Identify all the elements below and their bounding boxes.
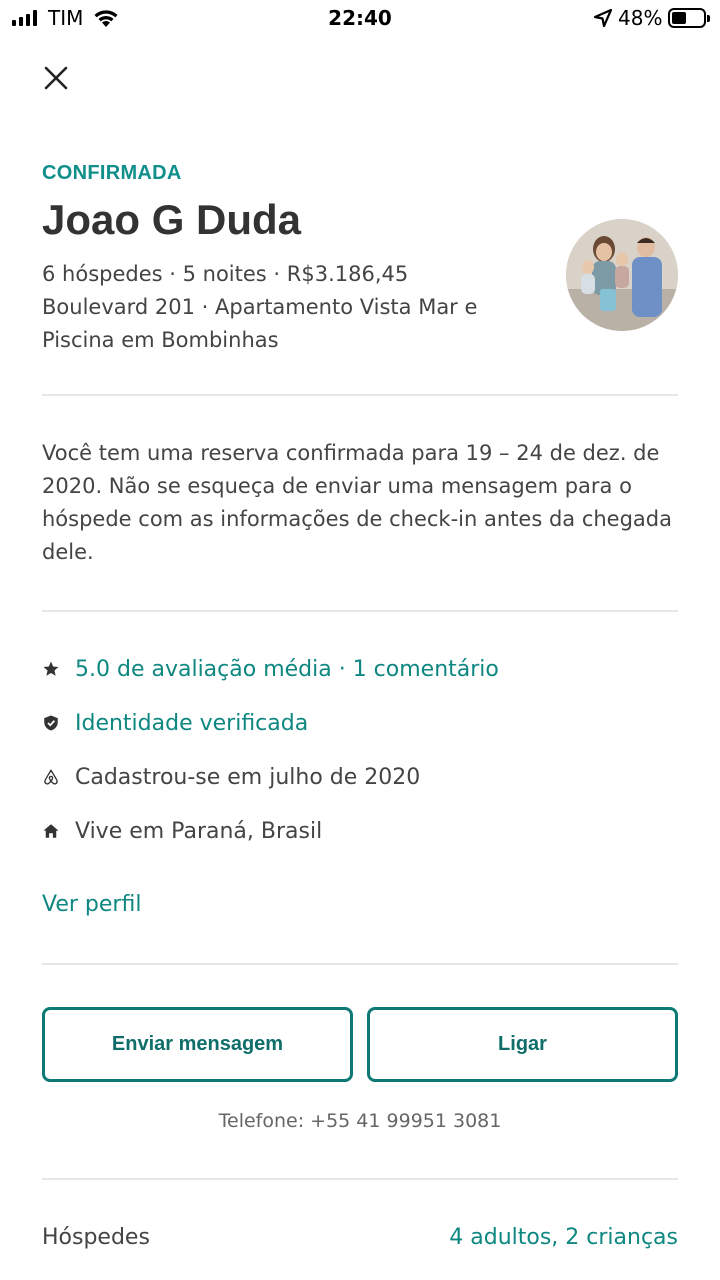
avatar[interactable] bbox=[566, 219, 678, 331]
location-arrow-icon bbox=[593, 8, 613, 28]
star-icon bbox=[42, 660, 60, 678]
divider bbox=[42, 610, 678, 612]
divider bbox=[42, 394, 678, 396]
guests-value-link[interactable]: 4 adultos, 2 crianças bbox=[449, 1225, 678, 1250]
reservation-status: CONFIRMADA bbox=[42, 162, 182, 184]
status-bar: TIM 22:40 48% bbox=[0, 0, 720, 38]
rating-row[interactable]: 5.0 de avaliação média · 1 comentário bbox=[42, 652, 499, 686]
shield-check-icon bbox=[42, 714, 60, 732]
divider bbox=[42, 1178, 678, 1180]
lives-in-text: Vive em Paraná, Brasil bbox=[75, 818, 323, 844]
battery-fill bbox=[672, 12, 686, 24]
reservation-summary: 6 hóspedes · 5 noites · R$3.186,45 Boule… bbox=[42, 258, 542, 357]
guest-name: Joao G Duda bbox=[42, 196, 302, 243]
phone-number: Telefone: +55 41 99951 3081 bbox=[218, 1110, 502, 1132]
identity-verified-text[interactable]: Identidade verificada bbox=[75, 711, 308, 736]
avatar-photo bbox=[566, 219, 678, 331]
reservation-summary-line: 6 hóspedes · 5 noites · R$3.186,45 bbox=[42, 262, 409, 286]
listing-name: Boulevard 201 · Apartamento Vista Mar e … bbox=[42, 295, 478, 352]
location-row: Vive em Paraná, Brasil bbox=[42, 814, 322, 848]
joined-text: Cadastrou-se em julho de 2020 bbox=[75, 764, 421, 790]
home-icon bbox=[42, 822, 60, 840]
battery-icon bbox=[668, 8, 710, 28]
airbnb-logo-icon bbox=[42, 768, 60, 786]
view-profile-link[interactable]: Ver perfil bbox=[42, 892, 141, 917]
guests-label: Hóspedes bbox=[42, 1225, 150, 1250]
rating-text[interactable]: 5.0 de avaliação média · 1 comentário bbox=[75, 657, 499, 682]
joined-row: Cadastrou-se em julho de 2020 bbox=[42, 760, 420, 794]
close-icon[interactable] bbox=[40, 62, 72, 94]
divider bbox=[42, 963, 678, 965]
reservation-notice: Você tem uma reserva confirmada para 19 … bbox=[42, 441, 672, 564]
identity-row: Identidade verificada bbox=[42, 706, 308, 740]
call-button[interactable]: Ligar bbox=[367, 1007, 678, 1082]
battery-percentage: 48% bbox=[618, 6, 663, 30]
send-message-button[interactable]: Enviar mensagem bbox=[42, 1007, 353, 1082]
